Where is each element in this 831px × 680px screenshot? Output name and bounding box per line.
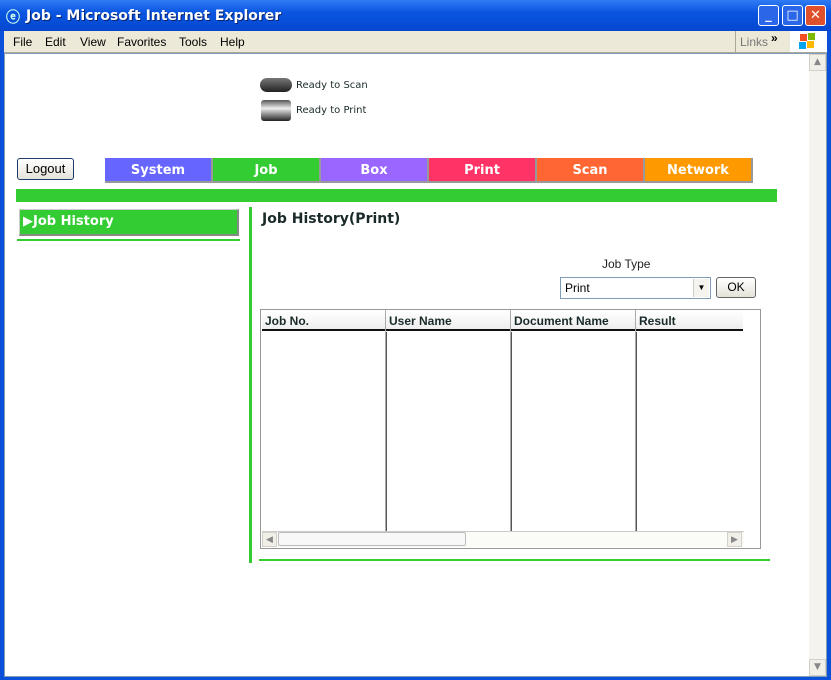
logout-button[interactable]: Logout (17, 158, 74, 180)
menu-edit[interactable]: Edit (45, 35, 66, 49)
ok-button[interactable]: OK (716, 277, 756, 298)
scan-status: Ready to Scan (296, 80, 368, 91)
column-header-document-name[interactable]: Document Name (514, 314, 609, 328)
tab-print[interactable]: Print (429, 158, 537, 183)
accent-bar (16, 189, 777, 202)
page-content: ▲ ▼ Ready to Scan Ready to Print Logout … (4, 53, 827, 677)
tab-job[interactable]: Job (213, 158, 321, 183)
sidebar-item-job-history[interactable]: ▶Job History (19, 209, 239, 236)
print-status: Ready to Print (296, 105, 367, 116)
menu-bar: File Edit View Favorites Tools Help Link… (4, 31, 827, 53)
scanner-icon (260, 78, 292, 92)
job-type-label: Job Type (602, 257, 651, 271)
vertical-scrollbar[interactable]: ▲ ▼ (809, 54, 826, 676)
printer-icon (261, 100, 291, 121)
scroll-left-icon[interactable]: ◀ (262, 532, 277, 547)
divider (249, 207, 252, 563)
ie-icon: ⓔ (6, 10, 20, 26)
job-type-value: Print (565, 281, 590, 295)
maximize-button[interactable]: □ (782, 5, 803, 26)
windows-logo (790, 31, 827, 52)
job-history-table: Job No. User Name Document Name Result ◀… (260, 309, 761, 549)
scroll-down-icon[interactable]: ▼ (809, 659, 826, 676)
scroll-right-icon[interactable]: ▶ (727, 532, 742, 547)
divider (17, 239, 240, 241)
scroll-thumb[interactable] (278, 532, 466, 546)
scroll-up-icon[interactable]: ▲ (809, 54, 826, 71)
menu-tools[interactable]: Tools (179, 35, 207, 49)
menu-help[interactable]: Help (220, 35, 245, 49)
menu-file[interactable]: File (13, 35, 32, 49)
menu-favorites[interactable]: Favorites (117, 35, 166, 49)
window-title: Job - Microsoft Internet Explorer (26, 8, 282, 24)
minimize-button[interactable]: _ (758, 5, 779, 26)
menu-view[interactable]: View (80, 35, 106, 49)
tab-box[interactable]: Box (321, 158, 429, 183)
divider (259, 559, 770, 561)
triangle-right-icon: ▶ (23, 214, 33, 229)
close-button[interactable]: ✕ (805, 5, 826, 26)
column-header-result[interactable]: Result (639, 314, 676, 328)
page-title: Job History(Print) (262, 211, 401, 227)
column-header-job-no[interactable]: Job No. (265, 314, 309, 328)
job-type-select[interactable]: Print ▼ (560, 277, 711, 299)
tab-system[interactable]: System (105, 158, 213, 183)
column-header-user-name[interactable]: User Name (389, 314, 452, 328)
tab-network[interactable]: Network (645, 158, 753, 183)
table-header: Job No. User Name Document Name Result (262, 311, 743, 331)
chevron-icon[interactable]: » (771, 31, 778, 45)
links-button[interactable]: Links (740, 35, 768, 49)
title-bar: ⓔ Job - Microsoft Internet Explorer _ □ … (0, 0, 831, 31)
sidebar-item-label: Job History (33, 214, 114, 229)
chevron-down-icon[interactable]: ▼ (693, 279, 709, 297)
horizontal-scrollbar[interactable]: ◀ ▶ (262, 531, 744, 547)
tab-scan[interactable]: Scan (537, 158, 645, 183)
